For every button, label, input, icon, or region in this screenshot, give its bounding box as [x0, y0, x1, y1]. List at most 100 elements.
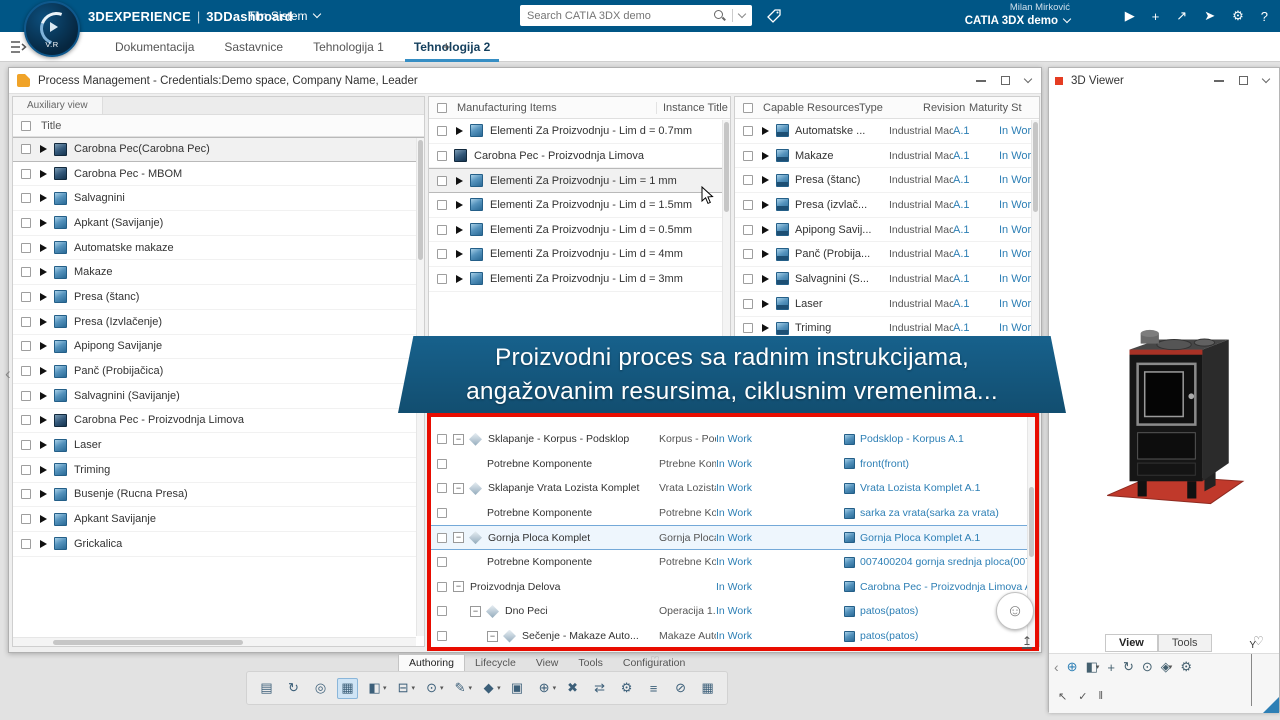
resource-link[interactable]: Gornja Ploca Komplet A.1	[860, 532, 980, 544]
resource-link[interactable]: Vrata Lozista Komplet A.1	[860, 482, 980, 494]
expand-marker-icon[interactable]	[40, 293, 47, 301]
operation-name[interactable]: Potrebne Komponente	[487, 507, 659, 519]
resource-link[interactable]: patos(patos)	[860, 630, 918, 642]
zoom-area-icon[interactable]: ⊕	[1067, 659, 1078, 675]
row-label[interactable]: Presa (Izvlačenje)	[74, 316, 424, 328]
resource-link[interactable]: 007400204 gornja srednja ploca(0074...	[860, 556, 1027, 568]
structure-tree-icon[interactable]: ⊟	[393, 678, 414, 699]
maturity-link[interactable]: In Work	[716, 458, 772, 470]
aux-horizontal-scrollbar[interactable]	[13, 637, 416, 646]
row-checkbox[interactable]	[21, 267, 31, 277]
zoom-icon[interactable]: ⊙	[1142, 659, 1153, 675]
linked-resource[interactable]: Podsklop - Korpus A.1	[772, 433, 1027, 445]
collapse-minus-icon[interactable]: −	[453, 483, 464, 494]
page-curl-decoration[interactable]	[1263, 697, 1279, 713]
column-revision[interactable]: Revision	[923, 102, 969, 114]
viewer-title-bar[interactable]: 3D Viewer	[1049, 68, 1279, 94]
row-checkbox[interactable]	[21, 415, 31, 425]
row-checkbox[interactable]	[437, 200, 447, 210]
expand-marker-icon[interactable]	[40, 342, 47, 350]
manufacturing-item-row[interactable]: + Elementi Za Proizvodnju - Lim d = 1.5m…	[429, 193, 730, 218]
column-type[interactable]: Type	[859, 102, 923, 114]
tree-row[interactable]: Carobna Pec - Proizvodnja Limova	[13, 409, 424, 434]
column-title[interactable]: Title	[41, 120, 61, 132]
maturity-link[interactable]: In Work	[716, 532, 772, 544]
tree-row[interactable]: Salvagnini	[13, 186, 424, 211]
visibility-icon[interactable]: ◎	[310, 678, 331, 699]
expand-marker-icon[interactable]	[456, 250, 463, 258]
resource-row[interactable]: Presa (štanc) Industrial Mac... A.1 In W…	[735, 168, 1039, 193]
row-checkbox[interactable]	[437, 225, 447, 235]
operation-name[interactable]: Sečenje - Makaze Auto...	[522, 630, 659, 642]
global-search[interactable]	[520, 5, 752, 26]
row-checkbox[interactable]	[743, 299, 753, 309]
expand-marker-icon[interactable]	[762, 324, 769, 332]
row-label[interactable]: Automatske makaze	[74, 242, 424, 254]
row-checkbox[interactable]	[21, 366, 31, 376]
operation-name[interactable]: Dno Peci	[505, 605, 659, 617]
stove-3d-model[interactable]	[1087, 303, 1249, 531]
expand-marker-icon[interactable]	[40, 515, 47, 523]
share-icon[interactable]: ↗	[1176, 8, 1187, 24]
confirm-check-icon[interactable]: ✓	[1078, 690, 1087, 703]
tree-row[interactable]: Laser	[13, 433, 424, 458]
tag-icon[interactable]	[766, 8, 782, 29]
maturity-link[interactable]: In Work	[716, 433, 772, 445]
maturity-link[interactable]: In Work	[716, 581, 772, 593]
scrollbar-thumb[interactable]	[1033, 122, 1038, 212]
resource-link[interactable]: patos(patos)	[860, 605, 918, 617]
resource-name[interactable]: Salvagnini (S...	[795, 273, 889, 285]
tree-row[interactable]: Makaze	[13, 260, 424, 285]
select-all-checkbox[interactable]	[437, 103, 447, 113]
operation-name[interactable]: Potrebne Komponente	[487, 458, 659, 470]
action-bar-tab[interactable]: Tools	[568, 655, 613, 671]
compass-play-icon[interactable]: ▶	[1125, 8, 1135, 24]
resource-name[interactable]: Apipong Savij...	[795, 224, 889, 236]
row-checkbox[interactable]	[437, 582, 447, 592]
tree-row[interactable]: Triming	[13, 458, 424, 483]
dropdown-caret-icon[interactable]: ▾	[440, 684, 444, 692]
unlink-icon[interactable]: ⊘	[670, 678, 691, 699]
row-label[interactable]: Elementi Za Proizvodnju - Lim d = 1.5mm	[490, 199, 730, 211]
tree-row[interactable]: Apkant Savijanje	[13, 507, 424, 532]
viewer-tab[interactable]: View	[1105, 634, 1158, 652]
minimize-icon[interactable]	[1214, 80, 1224, 82]
action-tab-label[interactable]: View	[536, 657, 559, 669]
process-row[interactable]: − ⚙ Dno Peci Operacija 1.0 In Work patos…	[431, 599, 1027, 624]
expand-marker-icon[interactable]	[40, 490, 47, 498]
scrollbar-thumb[interactable]	[724, 122, 729, 212]
row-label[interactable]: Elementi Za Proizvodnju - Lim d = 3mm	[490, 273, 730, 285]
row-label[interactable]: Laser	[74, 439, 424, 451]
collapse-minus-icon[interactable]: −	[453, 434, 464, 445]
resource-name[interactable]: Automatske ...	[795, 125, 889, 137]
send-icon[interactable]: ➤	[1204, 8, 1215, 24]
expand-marker-icon[interactable]	[40, 145, 47, 153]
resource-name[interactable]: Presa (izvlač...	[795, 199, 889, 211]
linked-resource[interactable]: Carobna Pec - Proizvodnja Limova A.1	[772, 581, 1027, 593]
expand-marker-icon[interactable]	[762, 250, 769, 258]
row-checkbox[interactable]	[21, 193, 31, 203]
search-icon[interactable]	[713, 9, 726, 22]
manufacturing-item-row[interactable]: + Elementi Za Proizvodnju - Lim d = 4mm	[429, 242, 730, 267]
row-checkbox[interactable]	[21, 144, 31, 154]
tree-row[interactable]: Presa (Izvlačenje)	[13, 310, 424, 335]
column-maturity[interactable]: Maturity St	[969, 102, 1039, 114]
row-label[interactable]: Salvagnini (Savijanje)	[74, 390, 424, 402]
row-checkbox[interactable]	[21, 514, 31, 524]
linked-resource[interactable]: Gornja Ploca Komplet A.1	[772, 532, 1027, 544]
row-checkbox[interactable]	[21, 243, 31, 253]
tree-row[interactable]: Salvagnini (Savijanje)	[13, 384, 424, 409]
linked-resource[interactable]: 007400204 gornja srednja ploca(0074...	[772, 556, 1027, 568]
manufacturing-item-row[interactable]: + Elementi Za Proizvodnju - Lim d = 0.5m…	[429, 218, 730, 243]
resource-row[interactable]: Laser Industrial Mac... A.1 In Work	[735, 292, 1039, 317]
favorites-heart-icon[interactable]: ♡	[650, 654, 660, 667]
dropdown-caret-icon[interactable]: ▾	[469, 684, 473, 692]
operation-diamond-icon[interactable]: ◆	[478, 678, 499, 699]
dropdown-caret-icon[interactable]: ▾	[1096, 663, 1100, 671]
linked-resource[interactable]: sarka za vrata(sarka za vrata)	[772, 507, 1027, 519]
add-tab-button[interactable]: +	[432, 32, 461, 62]
delete-icon[interactable]: ✖	[562, 678, 583, 699]
operation-name[interactable]: Sklapanje - Korpus - Podsklop	[488, 433, 659, 445]
expand-marker-icon[interactable]	[456, 275, 463, 283]
row-label[interactable]: Carobna Pec - Proizvodnja Limova	[474, 150, 730, 162]
